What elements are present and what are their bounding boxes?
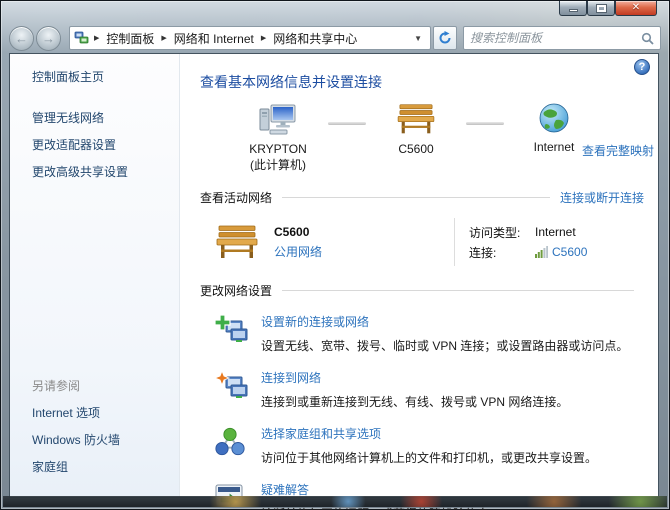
connect-disconnect-link[interactable]: 连接或断开连接 (560, 189, 644, 206)
main-pane: ? 查看基本网络信息并设置连接 (180, 54, 658, 497)
computer-icon (259, 102, 297, 136)
active-network-name: C5600 (274, 225, 322, 239)
settings-header: 更改网络设置 (200, 282, 644, 299)
window-content: 控制面板主页 管理无线网络 更改适配器设置 更改高级共享设置 另请参阅 Inte… (9, 53, 659, 498)
sidebar-item-windows-firewall[interactable]: Windows 防火墙 (32, 431, 120, 448)
sidebar-item-manage-wireless[interactable]: 管理无线网络 (32, 109, 171, 126)
connections-label: 连接: (469, 244, 535, 261)
network-map: KRYPTON (此计算机) (210, 102, 654, 173)
setting-title-link[interactable]: 连接到网络 (261, 369, 568, 386)
connection-link[interactable]: C5600 (552, 245, 587, 259)
sidebar-item-control-panel-home[interactable]: 控制面板主页 (32, 68, 171, 85)
map-node-network[interactable]: C5600 (366, 102, 466, 173)
sidebar-item-internet-options[interactable]: Internet 选项 (32, 404, 120, 421)
wireless-signal-icon (535, 246, 548, 258)
see-full-map-link[interactable]: 查看完整映射 (582, 142, 654, 159)
map-node-label: KRYPTON (此计算机) (249, 142, 307, 173)
breadcrumb-network-internet[interactable]: 网络和 Internet (172, 29, 256, 48)
see-also-section: 另请参阅 Internet 选项 Windows 防火墙 家庭组 (32, 377, 120, 485)
breadcrumb-network-sharing-center[interactable]: 网络和共享中心 (271, 29, 359, 48)
settings-list: 设置新的连接或网络 设置无线、宽带、拨号、临时或 VPN 连接；或设置路由器或访… (214, 313, 644, 510)
address-dropdown-icon[interactable]: ▼ (410, 34, 426, 43)
divider-line (282, 290, 634, 291)
map-node-internet[interactable]: Internet (504, 102, 604, 173)
map-connection-line (466, 122, 504, 125)
setting-title-link[interactable]: 选择家庭组和共享选项 (261, 425, 597, 442)
map-node-label: C5600 (398, 142, 433, 158)
back-arrow-icon: ← (15, 32, 28, 45)
network-type-link[interactable]: 公用网络 (274, 243, 322, 260)
close-icon: ✕ (632, 3, 640, 13)
map-connection-line (328, 122, 366, 125)
setting-description: 设置无线、宽带、拨号、临时或 VPN 连接；或设置路由器或访问点。 (261, 337, 628, 354)
search-icon (641, 32, 654, 45)
active-networks-title: 查看活动网络 (200, 189, 272, 206)
globe-icon (538, 102, 570, 134)
setting-item-homegroup-sharing: 选择家庭组和共享选项 访问位于其他网络计算机上的文件和打印机，或更改共享设置。 (214, 425, 644, 466)
connect-network-icon (214, 370, 248, 404)
setting-item-new-connection: 设置新的连接或网络 设置无线、宽带、拨号、临时或 VPN 连接；或设置路由器或访… (214, 313, 644, 354)
homegroup-icon (214, 426, 246, 458)
bench-network-icon (214, 223, 260, 261)
sidebar-item-advanced-sharing[interactable]: 更改高级共享设置 (32, 163, 171, 180)
maximize-icon (597, 5, 606, 12)
sidebar-item-change-adapter[interactable]: 更改适配器设置 (32, 136, 171, 153)
breadcrumb-control-panel[interactable]: 控制面板 (104, 29, 156, 48)
active-networks-header: 查看活动网络 连接或断开连接 (200, 189, 644, 206)
refresh-button[interactable] (433, 26, 457, 50)
divider-line (282, 197, 550, 198)
setting-title-link[interactable]: 设置新的连接或网络 (261, 313, 628, 330)
window-bottom-border (3, 496, 667, 507)
settings-title: 更改网络设置 (200, 282, 272, 299)
close-button[interactable]: ✕ (615, 1, 657, 16)
forward-arrow-icon: → (42, 32, 55, 45)
setting-description: 连接到或重新连接到无线、有线、拨号或 VPN 网络连接。 (261, 393, 568, 410)
maximize-button[interactable] (587, 1, 615, 16)
new-connection-icon (214, 314, 248, 348)
network-location-icon (74, 31, 89, 45)
active-network-row: C5600 公用网络 访问类型: Internet 连接: (214, 218, 644, 266)
address-bar[interactable]: ▶ 控制面板 ▶ 网络和 Internet ▶ 网络和共享中心 ▼ (69, 26, 431, 50)
toolbar: ← → ▶ 控制面板 ▶ 网络和 Internet ▶ 网络和共享中心 ▼ (9, 23, 661, 53)
map-node-computer[interactable]: KRYPTON (此计算机) (228, 102, 328, 173)
access-type-value: Internet (535, 225, 576, 239)
vertical-divider (454, 218, 455, 266)
window-controls: ✕ (559, 1, 657, 16)
help-icon[interactable]: ? (634, 59, 650, 75)
breadcrumb-separator-icon: ▶ (161, 34, 166, 42)
sidebar: 控制面板主页 管理无线网络 更改适配器设置 更改高级共享设置 另请参阅 Inte… (10, 54, 180, 497)
setting-description: 访问位于其他网络计算机上的文件和打印机，或更改共享设置。 (261, 449, 597, 466)
minimize-button[interactable] (559, 1, 587, 16)
map-node-label: Internet (534, 140, 575, 156)
page-title: 查看基本网络信息并设置连接 (200, 72, 644, 92)
access-type-label: 访问类型: (469, 224, 535, 241)
see-also-header: 另请参阅 (32, 377, 120, 394)
setting-item-connect-to-network: 连接到网络 连接到或重新连接到无线、有线、拨号或 VPN 网络连接。 (214, 369, 644, 410)
forward-button[interactable]: → (36, 26, 61, 51)
breadcrumb-separator-icon: ▶ (94, 34, 99, 42)
bench-network-icon (395, 102, 437, 136)
back-button[interactable]: ← (9, 26, 34, 51)
window-frame: ✕ ← → ▶ 控制面板 ▶ 网络和 Internet ▶ 网络和共享中心 ▼ (0, 0, 670, 510)
sidebar-item-homegroup[interactable]: 家庭组 (32, 458, 120, 475)
minimize-icon (569, 9, 578, 12)
search-box (463, 26, 661, 50)
search-input[interactable] (470, 31, 641, 45)
breadcrumb-separator-icon: ▶ (261, 34, 266, 42)
refresh-icon (438, 31, 452, 45)
